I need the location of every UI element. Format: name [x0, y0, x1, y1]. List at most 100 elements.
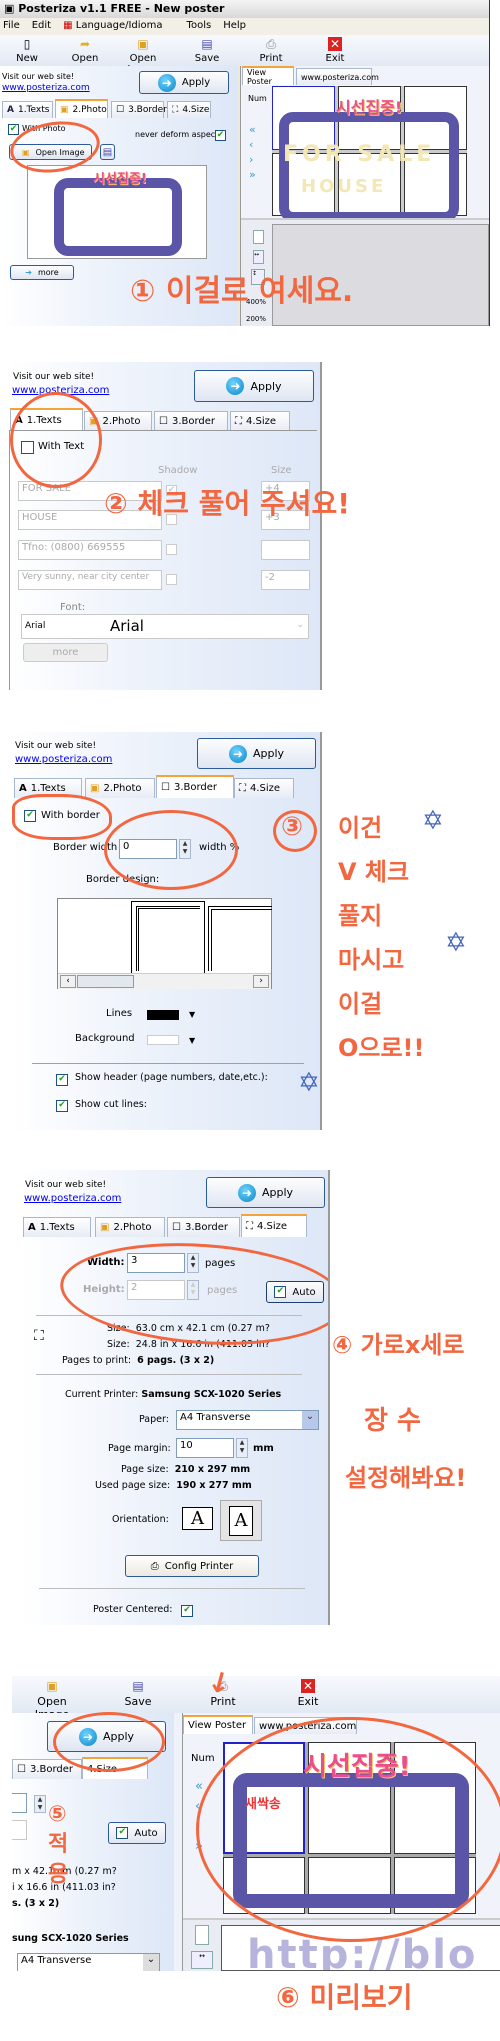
tab-photo[interactable]: ▣ 2.Photo: [55, 99, 108, 118]
exit-button[interactable]: ✕ Exit: [305, 37, 365, 64]
with-photo-checkbox[interactable]: ✔: [8, 124, 19, 135]
border-design-gallery[interactable]: ‹ ›: [57, 898, 272, 989]
poster-centered-checkbox[interactable]: ✔: [181, 1605, 193, 1617]
zoom-200[interactable]: 200%: [246, 315, 266, 323]
menu-file[interactable]: File: [3, 20, 20, 33]
first-icon[interactable]: «: [249, 122, 256, 137]
website-link[interactable]: www.posteriza.com: [15, 754, 112, 765]
shadow-4-checkbox[interactable]: [166, 574, 177, 585]
border-design-option[interactable]: [208, 906, 272, 971]
tab-photo[interactable]: ▣ 2.Photo: [95, 1217, 165, 1237]
size-4-select[interactable]: -2: [261, 570, 310, 590]
tab-size[interactable]: ⛶ 4.Size: [230, 411, 290, 431]
tab-border[interactable]: ☐ 3.Border: [154, 411, 228, 431]
poster-title-art: 시선집중!: [93, 172, 147, 187]
annotation-step1: ① 이걸로 여세요.: [130, 274, 354, 309]
fit-width-icon[interactable]: ↔: [253, 250, 264, 264]
horizontal-scrollbar[interactable]: ‹ ›: [58, 973, 271, 989]
tab-texts[interactable]: A 1.Texts: [2, 101, 53, 118]
tab-size[interactable]: ⛶ 4.Size: [241, 1214, 307, 1237]
auto-checkbox[interactable]: ✔: [116, 1827, 129, 1839]
chevron-down-icon[interactable]: ▼: [189, 1036, 195, 1045]
annotation-step3: ③: [281, 812, 304, 842]
new-button[interactable]: ▯ New: [0, 37, 57, 64]
text-line-4-input[interactable]: Very sunny, near city center: [18, 570, 162, 590]
paper-select[interactable]: A4 Transverse ⌄: [176, 1410, 319, 1430]
width-spinner[interactable]: ▲ ▼: [34, 1795, 46, 1813]
background-color-swatch[interactable]: [147, 1035, 179, 1045]
tab-website[interactable]: www.posteriza.com: [296, 68, 379, 85]
width-pages-input[interactable]: [12, 1793, 27, 1813]
save-button[interactable]: ▤ Save: [177, 37, 237, 64]
navigation-arrows[interactable]: «‹ ›»: [249, 122, 256, 182]
chevron-down-icon[interactable]: ▼: [189, 1010, 195, 1019]
current-printer: Current Printer: Samsung SCX-1020 Series: [65, 1389, 282, 1400]
portrait-orientation-button[interactable]: A: [220, 1500, 262, 1541]
first-icon[interactable]: «: [195, 1777, 203, 1797]
never-deform-checkbox[interactable]: ✔: [215, 130, 226, 141]
website-link[interactable]: www.posteriza.com: [24, 1193, 121, 1204]
paper-select[interactable]: A4 Transverse ⌄: [17, 1953, 160, 1971]
menu-help[interactable]: Help: [223, 20, 246, 33]
landscape-orientation-button[interactable]: A: [182, 1507, 213, 1530]
config-printer-button[interactable]: ⎙ Config Printer: [125, 1555, 259, 1577]
next-icon[interactable]: ›: [249, 152, 256, 167]
tab-photo[interactable]: ▣ 2.Photo: [85, 778, 155, 798]
prev-icon[interactable]: ‹: [249, 137, 256, 152]
fit-page-icon[interactable]: [195, 1925, 209, 1945]
tab-view-poster[interactable]: View Poster: [183, 1715, 253, 1734]
fit-page-icon[interactable]: [253, 230, 264, 244]
menu-tools[interactable]: Tools: [187, 20, 212, 33]
exit-button[interactable]: ✕ Exit: [278, 1679, 338, 1708]
print-button[interactable]: ⎙ Print: [241, 37, 301, 64]
save-button[interactable]: ▤ Save: [108, 1679, 168, 1708]
font-select[interactable]: Arial Arial ⌄: [21, 614, 309, 639]
height-pages-input[interactable]: [12, 1820, 27, 1840]
apply-button[interactable]: ➜ Apply: [197, 738, 316, 769]
website-link[interactable]: www.posteriza.com: [2, 83, 90, 93]
annotation-circle: [56, 1234, 328, 1354]
page-margin-spinner[interactable]: ▲ ▼: [236, 1438, 248, 1458]
menu-edit[interactable]: Edit: [32, 20, 51, 33]
toolbar: ▯New ➦Open ▣Open Image ▤Save ⎙Print ✕Exi…: [0, 35, 489, 75]
page-margin-input[interactable]: 10: [176, 1438, 234, 1458]
arrow-right-icon: ➜: [157, 73, 176, 92]
scroll-right-icon[interactable]: ›: [253, 975, 269, 988]
more-button[interactable]: ➔ more: [10, 265, 74, 280]
tab-size[interactable]: ⛶ 4.Size: [167, 101, 211, 118]
tab-border[interactable]: ☐ 3.Border: [167, 1217, 240, 1237]
num-label: Num: [248, 94, 267, 103]
num-label: Num: [191, 1753, 215, 1764]
apply-button[interactable]: ➜ Apply: [139, 71, 229, 94]
fit-width-icon[interactable]: ↔: [191, 1951, 213, 1969]
pages-to-print: s. (3 x 2): [12, 1898, 60, 1909]
resize-icon: ⛶: [246, 1221, 253, 1232]
size-header: Size: [271, 465, 292, 476]
tab-view-poster[interactable]: View Poster: [242, 66, 294, 86]
tab-border[interactable]: ☐ 3.Border: [156, 775, 234, 798]
lines-color-swatch[interactable]: [147, 1010, 179, 1020]
apply-button[interactable]: ➜ Apply: [194, 370, 314, 402]
pages-to-print: Pages to print: 6 pags. (3 x 2): [62, 1355, 215, 1366]
auto-toggle[interactable]: ✔ Auto: [108, 1822, 166, 1844]
menu-language[interactable]: ▦ Language/Idioma: [63, 20, 162, 33]
scroll-left-icon[interactable]: ‹: [60, 975, 76, 988]
annotation-step3-text: 이건 V 체크 풀지 마시고 이걸 O으로!!: [338, 814, 425, 1062]
last-icon[interactable]: »: [249, 167, 256, 182]
tab-texts[interactable]: A 1.Texts: [23, 1217, 91, 1237]
size-3-select[interactable]: [261, 540, 310, 560]
show-header-checkbox[interactable]: ✔: [56, 1074, 68, 1086]
scroll-thumb[interactable]: [77, 975, 134, 988]
close-icon: ✕: [301, 1679, 315, 1693]
resize-icon: ⛶: [172, 105, 179, 115]
shadow-3-checkbox[interactable]: [166, 544, 177, 555]
text-line-3-input[interactable]: Tfno: (0800) 669555: [18, 540, 162, 560]
open-button[interactable]: ➦ Open: [55, 37, 115, 64]
border-design-option[interactable]: [131, 901, 205, 976]
save-image-button[interactable]: ▤: [100, 144, 115, 160]
tab-size[interactable]: ⛶ 4.Size: [234, 778, 294, 798]
apply-button[interactable]: ➜ Apply: [206, 1177, 325, 1208]
show-cut-lines-checkbox[interactable]: ✔: [56, 1100, 68, 1112]
more-button[interactable]: more: [23, 643, 108, 662]
tab-border[interactable]: ☐ 3.Border: [111, 101, 167, 118]
